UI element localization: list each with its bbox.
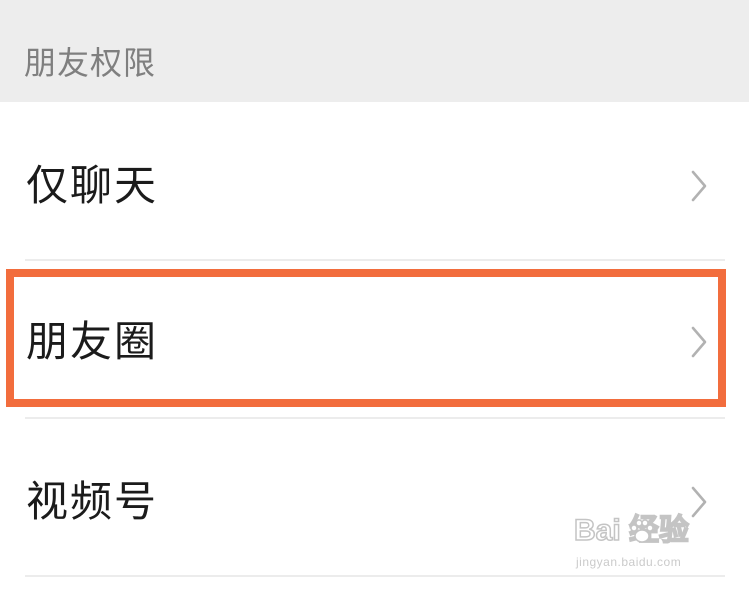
- row-moments-label: 朋友圈: [26, 317, 159, 366]
- row-chat-only-label: 仅聊天: [26, 161, 159, 210]
- section-header: 朋友权限: [0, 0, 749, 102]
- paw-icon: [630, 519, 654, 543]
- section-title: 朋友权限: [24, 44, 157, 82]
- chevron-right-icon: [691, 326, 707, 358]
- row-chat-only[interactable]: 仅聊天: [0, 104, 749, 260]
- row-channels-label: 视频号: [26, 477, 159, 526]
- row-moments[interactable]: 朋友圈: [0, 264, 749, 420]
- divider: [25, 259, 725, 261]
- divider: [25, 417, 725, 419]
- chevron-right-icon: [691, 170, 707, 202]
- watermark-url: jingyan.baidu.com: [576, 555, 682, 569]
- baidu-jingyan-watermark: Bai 经验 jingyan.baidu.com: [573, 512, 722, 578]
- friend-permissions-screen: 朋友权限 仅聊天 朋友圈 视频号 Bai 经验 jingyan.baidu.co…: [0, 0, 749, 593]
